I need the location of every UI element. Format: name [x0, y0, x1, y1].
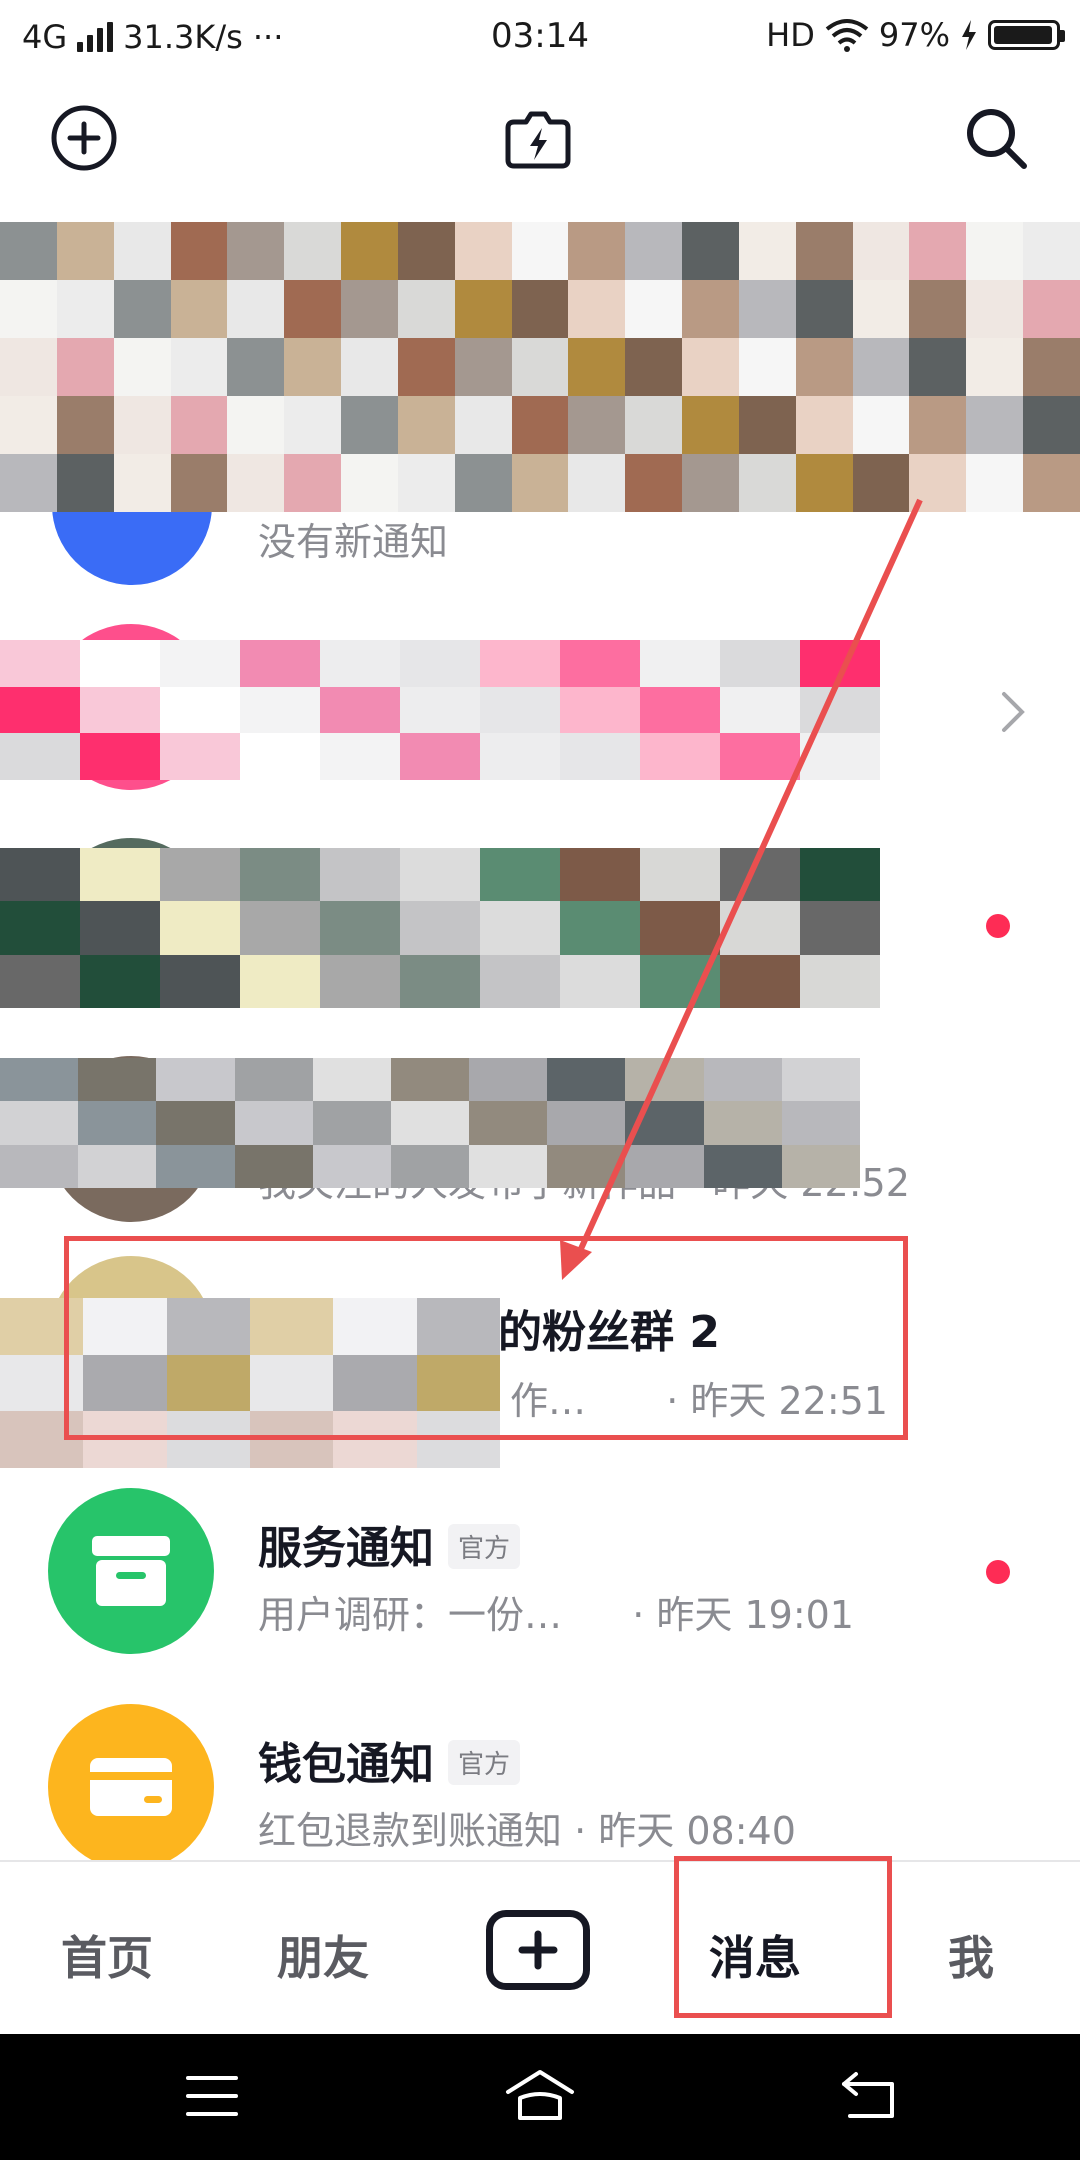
annotation-box-fan-group [64, 1236, 908, 1440]
annotation-box-messages-tab [674, 1856, 892, 2018]
annotation-arrow [560, 498, 923, 1280]
